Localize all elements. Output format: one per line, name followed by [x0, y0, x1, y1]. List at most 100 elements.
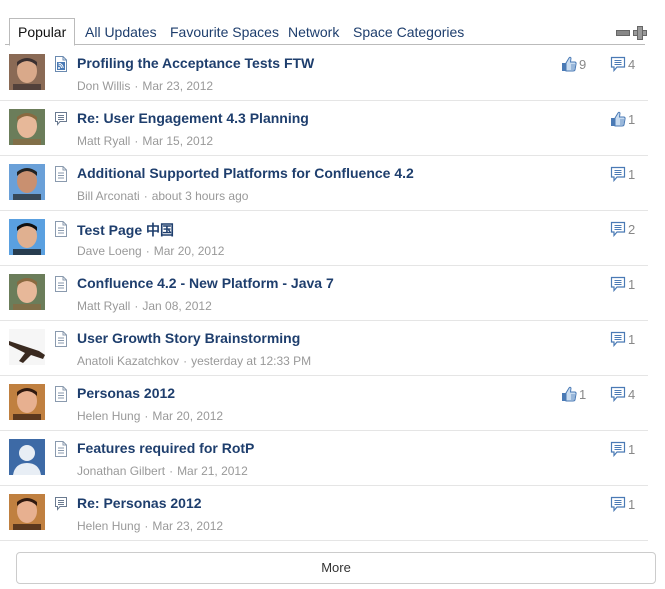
minus-icon[interactable]	[616, 26, 631, 38]
tab-space-categories[interactable]: Space Categories	[345, 20, 472, 45]
avatar[interactable]	[9, 384, 45, 420]
author-link[interactable]: Anatoli Kazatchkov	[77, 354, 179, 368]
list-item: User Growth Story Brainstorming Anatoli K…	[0, 321, 648, 376]
comments-count: 4	[628, 57, 636, 72]
page-icon	[54, 386, 68, 402]
tab-all-updates[interactable]: All Updates	[77, 20, 165, 45]
comment-icon	[610, 276, 628, 293]
item-title-link[interactable]: Additional Supported Platforms for Confl…	[77, 165, 414, 181]
item-meta: Don Willis · Mar 23, 2012	[77, 79, 213, 93]
comments-counter[interactable]: 2	[610, 221, 636, 238]
item-date: Mar 20, 2012	[152, 409, 224, 423]
comment-icon	[610, 331, 628, 348]
item-date: about 3 hours ago	[151, 189, 249, 203]
item-title-link[interactable]: Re: User Engagement 4.3 Planning	[77, 110, 309, 126]
likes-counter[interactable]: 1	[561, 386, 586, 402]
thumbs-up-icon	[561, 386, 579, 402]
more-button[interactable]: More	[16, 552, 656, 584]
comment-icon	[610, 56, 628, 73]
plus-icon[interactable]	[633, 26, 647, 40]
author-link[interactable]: Helen Hung	[77, 409, 140, 423]
item-title-link[interactable]: Profiling the Acceptance Tests FTW	[77, 55, 314, 71]
avatar[interactable]	[9, 54, 45, 90]
item-title-link[interactable]: Test Page 中国	[77, 220, 174, 240]
list-item: Profiling the Acceptance Tests FTW Don Wi…	[0, 46, 648, 101]
author-link[interactable]: Bill Arconati	[77, 189, 140, 203]
comments-counter[interactable]: 1	[610, 496, 636, 513]
meta-separator: ·	[169, 464, 174, 478]
item-title-link[interactable]: Confluence 4.2 - New Platform - Java 7	[77, 275, 334, 291]
author-link[interactable]: Don Willis	[77, 79, 130, 93]
list-item: Additional Supported Platforms for Confl…	[0, 156, 648, 211]
avatar[interactable]	[9, 109, 45, 145]
comments-count: 4	[628, 387, 636, 402]
page-icon	[54, 276, 68, 292]
comments-counter[interactable]: 4	[610, 386, 636, 403]
item-title-link[interactable]: Re: Personas 2012	[77, 495, 202, 511]
likes-counter[interactable]: 9	[561, 56, 586, 72]
comments-counter[interactable]: 1	[610, 166, 636, 183]
item-meta: Helen Hung · Mar 20, 2012	[77, 409, 223, 423]
page-icon	[54, 166, 68, 182]
comments-counter[interactable]: 4	[610, 56, 636, 73]
tab-popular[interactable]: Popular	[9, 18, 76, 46]
avatar[interactable]	[9, 164, 45, 200]
comments-counter[interactable]: 1	[610, 331, 636, 348]
meta-separator: ·	[183, 354, 188, 368]
comment-icon	[610, 386, 628, 403]
comments-count: 1	[628, 167, 636, 182]
item-date: Mar 20, 2012	[153, 244, 225, 258]
comments-count: 1	[628, 442, 636, 457]
meta-separator: ·	[134, 134, 139, 148]
likes-counter[interactable]: 1	[610, 111, 635, 127]
item-meta: Matt Ryall · Mar 15, 2012	[77, 134, 213, 148]
item-date: Mar 21, 2012	[177, 464, 248, 478]
list-item: Personas 2012 Helen Hung · Mar 20, 2012 1 4	[0, 376, 648, 431]
item-date: Mar 15, 2012	[142, 134, 214, 148]
item-meta: Anatoli Kazatchkov · yesterday at 12:33 PM	[77, 354, 311, 368]
list-item: Re: User Engagement 4.3 Planning Matt Rya…	[0, 101, 648, 156]
tab-network[interactable]: Network	[280, 20, 347, 45]
author-link[interactable]: Jonathan Gilbert	[77, 464, 165, 478]
comments-count: 1	[628, 332, 636, 347]
meta-separator: ·	[144, 409, 149, 423]
comment-type-icon	[54, 496, 68, 512]
tab-favourite-spaces[interactable]: Favourite Spaces	[162, 20, 287, 45]
comments-counter[interactable]: 1	[610, 441, 636, 458]
comments-count: 1	[628, 497, 636, 512]
item-title-link[interactable]: Features required for RotP	[77, 440, 254, 456]
item-date: Mar 23, 2012	[152, 519, 224, 533]
comments-count: 2	[628, 222, 636, 237]
comment-type-icon	[54, 111, 68, 127]
item-meta: Jonathan Gilbert · Mar 21, 2012	[77, 464, 248, 478]
author-link[interactable]: Dave Loeng	[77, 244, 142, 258]
likes-count: 9	[579, 57, 587, 72]
avatar[interactable]	[9, 494, 45, 530]
meta-separator: ·	[144, 519, 149, 533]
meta-separator: ·	[143, 189, 148, 203]
tab-tools	[615, 26, 647, 40]
item-title-link[interactable]: Personas 2012	[77, 385, 175, 401]
item-date: yesterday at 12:33 PM	[191, 354, 312, 368]
avatar[interactable]	[9, 439, 45, 475]
page-icon	[54, 331, 68, 347]
comments-counter[interactable]: 1	[610, 276, 636, 293]
comment-icon	[610, 496, 628, 513]
list-item: Test Page 中国 Dave Loeng · Mar 20, 2012 2	[0, 211, 648, 266]
meta-separator: ·	[134, 79, 139, 93]
comments-count: 1	[628, 277, 636, 292]
list-item: Re: Personas 2012 Helen Hung · Mar 23, 2012…	[0, 486, 648, 541]
comment-icon	[610, 166, 628, 183]
likes-count: 1	[628, 112, 636, 127]
item-title-link[interactable]: User Growth Story Brainstorming	[77, 330, 300, 346]
comment-icon	[610, 441, 628, 458]
page-icon	[54, 441, 68, 457]
author-link[interactable]: Matt Ryall	[77, 299, 130, 313]
avatar[interactable]	[9, 329, 45, 365]
author-link[interactable]: Matt Ryall	[77, 134, 130, 148]
avatar[interactable]	[9, 219, 45, 255]
blog-post-icon	[54, 56, 68, 72]
avatar[interactable]	[9, 274, 45, 310]
author-link[interactable]: Helen Hung	[77, 519, 140, 533]
item-meta: Dave Loeng · Mar 20, 2012	[77, 244, 224, 258]
